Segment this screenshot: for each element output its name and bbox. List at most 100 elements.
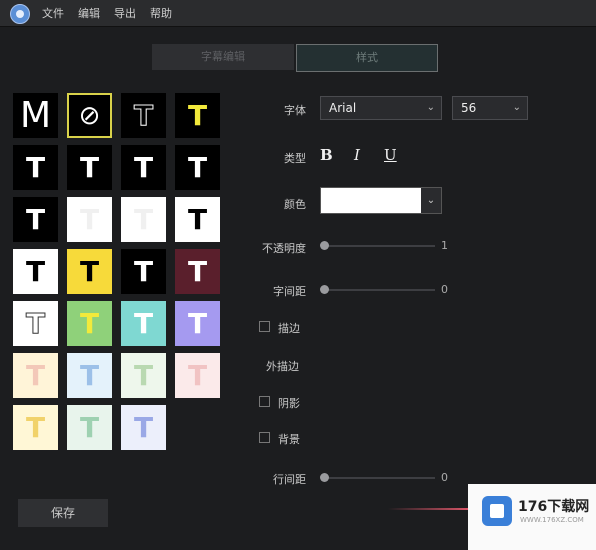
background-checkbox[interactable] <box>259 432 270 443</box>
style-preset-tile[interactable]: T <box>121 145 166 190</box>
style-preset-glyph: T <box>79 411 100 444</box>
background-label: 背景 <box>278 433 300 446</box>
color-picker[interactable]: ⌄ <box>320 187 442 214</box>
style-preset-tile[interactable]: T <box>175 249 220 294</box>
opacity-slider[interactable] <box>323 245 435 247</box>
style-preset-tile[interactable]: T <box>175 301 220 346</box>
menu-file[interactable]: 文件 <box>42 5 64 21</box>
stroke-checkbox[interactable] <box>259 321 270 332</box>
type-label: 类型 <box>284 152 306 165</box>
tab-subtitle-edit[interactable]: 字幕编辑 <box>152 44 294 70</box>
app-logo-icon <box>10 4 30 24</box>
style-preset-glyph: M <box>19 95 52 136</box>
opacity-slider-handle[interactable] <box>320 241 329 250</box>
bold-button[interactable]: B <box>320 146 333 164</box>
style-preset-glyph: T <box>133 411 154 444</box>
style-preset-glyph: T <box>187 151 208 184</box>
style-preset-glyph: T <box>187 99 208 132</box>
style-preset-glyph: T <box>25 411 46 444</box>
italic-button[interactable]: I <box>354 146 360 164</box>
line-spacing-value: 0 <box>441 471 448 484</box>
chevron-down-icon[interactable]: ⌄ <box>421 188 441 213</box>
menu-export[interactable]: 导出 <box>114 5 136 21</box>
style-preset-tile[interactable]: T <box>67 353 112 398</box>
opacity-label: 不透明度 <box>262 242 306 255</box>
style-preset-tile[interactable]: T <box>175 145 220 190</box>
style-preset-tile[interactable]: T <box>13 301 58 346</box>
style-preset-glyph: T <box>79 151 100 184</box>
font-label: 字体 <box>284 104 306 117</box>
style-preset-glyph: T <box>187 255 208 288</box>
style-preset-tile[interactable]: T <box>121 405 166 450</box>
watermark-url: WWW.176XZ.COM <box>520 516 584 524</box>
shadow-label: 阴影 <box>278 397 300 410</box>
outer-stroke-label: 外描边 <box>266 360 299 373</box>
letter-spacing-slider-handle[interactable] <box>320 285 329 294</box>
style-preset-tile[interactable]: ⊘ <box>67 93 112 138</box>
watermark: 176下载网 WWW.176XZ.COM <box>468 484 596 550</box>
tab-style[interactable]: 样式 <box>296 44 438 72</box>
line-spacing-slider[interactable] <box>323 477 435 479</box>
style-preset-glyph: T <box>79 307 100 340</box>
line-spacing-label: 行间距 <box>273 473 306 486</box>
style-preset-tile[interactable]: T <box>121 197 166 242</box>
style-preset-tile[interactable]: T <box>121 353 166 398</box>
style-preset-tile[interactable]: T <box>13 405 58 450</box>
style-preset-glyph: T <box>25 151 46 184</box>
style-preset-glyph: T <box>133 255 154 288</box>
menu-edit[interactable]: 编辑 <box>78 5 100 21</box>
style-preset-glyph: T <box>25 255 46 288</box>
style-preset-glyph: T <box>25 307 46 341</box>
style-preset-glyph: T <box>133 99 154 133</box>
style-preset-glyph: T <box>79 359 100 392</box>
menu-bar: 文件 编辑 导出 帮助 <box>0 0 596 27</box>
stroke-label: 描边 <box>278 322 300 335</box>
letter-spacing-label: 字间距 <box>273 285 306 298</box>
style-preset-glyph: T <box>25 203 46 236</box>
style-preset-tile[interactable]: T <box>175 93 220 138</box>
style-preset-tile[interactable]: T <box>121 93 166 138</box>
style-preset-glyph: T <box>79 255 100 288</box>
line-spacing-slider-handle[interactable] <box>320 473 329 482</box>
style-preset-glyph: T <box>133 151 154 184</box>
watermark-brand: 176下载网 <box>518 499 590 515</box>
decorative-line <box>388 508 474 510</box>
style-preset-tile[interactable]: T <box>13 197 58 242</box>
style-preset-glyph: T <box>187 307 208 340</box>
chevron-down-icon: ⌄ <box>512 102 521 113</box>
style-preset-tile[interactable]: T <box>67 197 112 242</box>
font-select[interactable]: Arial ⌄ <box>320 96 442 120</box>
style-preset-tile[interactable]: T <box>121 249 166 294</box>
style-preset-tile[interactable]: T <box>175 353 220 398</box>
font-size-value: 56 <box>461 101 477 115</box>
color-label: 颜色 <box>284 198 306 211</box>
style-preset-glyph: T <box>133 203 154 236</box>
style-preset-tile[interactable]: T <box>13 353 58 398</box>
letter-spacing-slider[interactable] <box>323 289 435 291</box>
style-preset-glyph: T <box>187 359 208 392</box>
font-size-select[interactable]: 56 ⌄ <box>452 96 528 120</box>
letter-spacing-value: 0 <box>441 283 448 296</box>
style-preset-tile[interactable]: T <box>67 405 112 450</box>
style-preset-tile[interactable]: T <box>175 197 220 242</box>
style-preset-glyph: T <box>133 307 154 340</box>
style-preset-tile[interactable]: T <box>121 301 166 346</box>
font-select-value: Arial <box>329 101 357 115</box>
menu-help[interactable]: 帮助 <box>150 5 172 21</box>
style-preset-tile[interactable]: T <box>67 249 112 294</box>
style-preset-tile[interactable]: M <box>13 93 58 138</box>
shadow-checkbox[interactable] <box>259 396 270 407</box>
save-button[interactable]: 保存 <box>18 499 108 527</box>
style-preset-tile[interactable]: T <box>13 249 58 294</box>
style-preset-glyph: ⊘ <box>78 100 101 131</box>
style-preset-tile[interactable]: T <box>67 145 112 190</box>
opacity-value: 1 <box>441 239 448 252</box>
chevron-down-icon: ⌄ <box>426 102 435 113</box>
style-preset-glyph: T <box>25 359 46 392</box>
underline-button[interactable]: U <box>384 146 397 164</box>
cube-logo-icon <box>482 496 512 526</box>
style-preset-glyph: T <box>133 359 154 392</box>
style-preset-glyph: T <box>187 203 208 236</box>
style-preset-tile[interactable]: T <box>67 301 112 346</box>
style-preset-tile[interactable]: T <box>13 145 58 190</box>
